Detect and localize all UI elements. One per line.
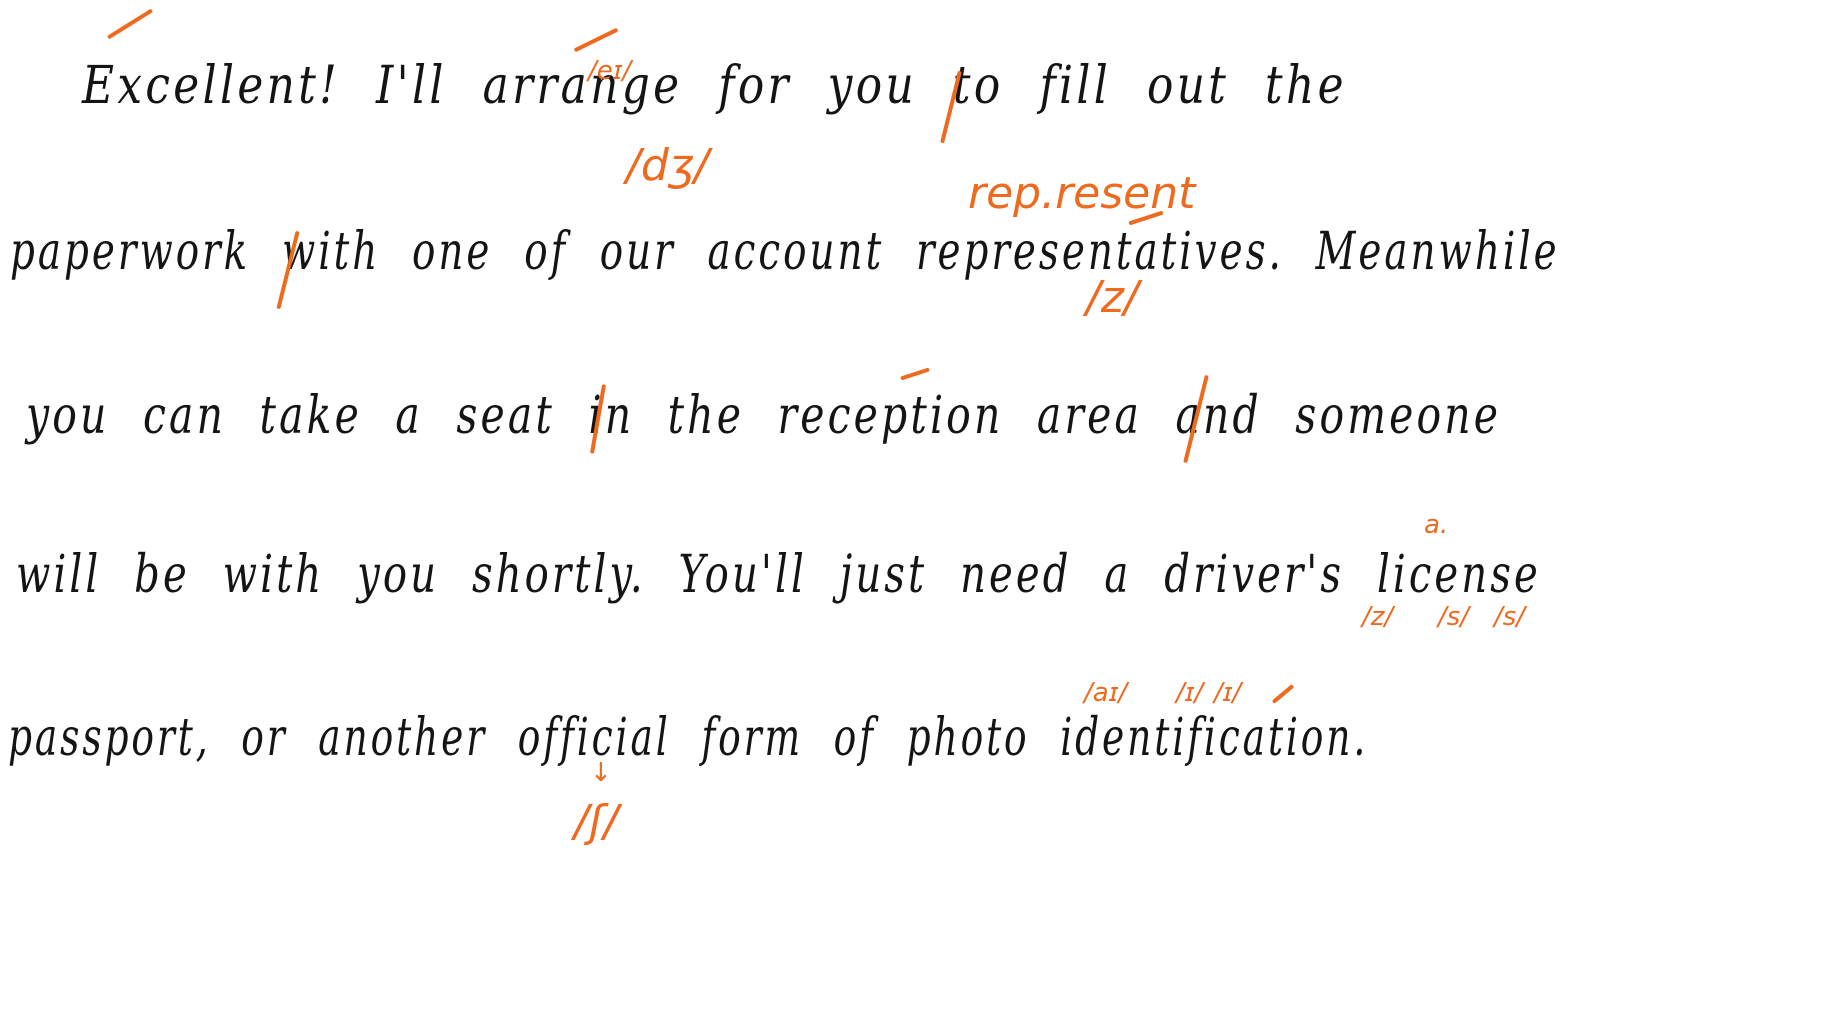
annotation-license-s: /s/	[1494, 602, 1526, 632]
annotation-official-arrow: ↓	[590, 758, 612, 788]
stress-tick-arrange	[573, 27, 619, 53]
annotation-identification-i1: /aɪ/	[1084, 678, 1128, 708]
annotation-arrange-ending: /dʒ/	[626, 140, 709, 191]
annotation-license-c: /s/	[1438, 602, 1470, 632]
annotation-official-ci: /ʃ/	[574, 796, 619, 847]
handwritten-line-1: Excellent! I'll arrange for you to fill …	[82, 56, 1347, 116]
handwritten-line-4: will be with you shortly. You'll just ne…	[16, 545, 1541, 605]
stress-tick-identification	[1271, 684, 1295, 704]
handwritten-line-3: you can take a seat in the reception are…	[26, 386, 1502, 446]
annotation-identification-i2: /ɪ/	[1176, 678, 1204, 708]
handwritten-line-5: passport, or another official form of ph…	[8, 708, 1369, 768]
handwritten-page: Excellent! I'll arrange for you to fill …	[0, 0, 1825, 1011]
handwritten-line-2: paperwork with one of our account repres…	[10, 222, 1560, 282]
annotation-arrange-vowel: /eɪ/	[588, 56, 632, 86]
annotation-identification-i3: /ɪ/	[1214, 678, 1242, 708]
stress-tick-reception	[900, 367, 930, 381]
stress-tick-excellent	[106, 8, 154, 40]
annotation-representatives-s: /z/	[1086, 272, 1139, 323]
annotation-representatives-stem: rep.resent	[968, 168, 1196, 219]
annotation-license-a: a.	[1424, 510, 1449, 540]
annotation-drivers-s: /z/	[1362, 602, 1394, 632]
